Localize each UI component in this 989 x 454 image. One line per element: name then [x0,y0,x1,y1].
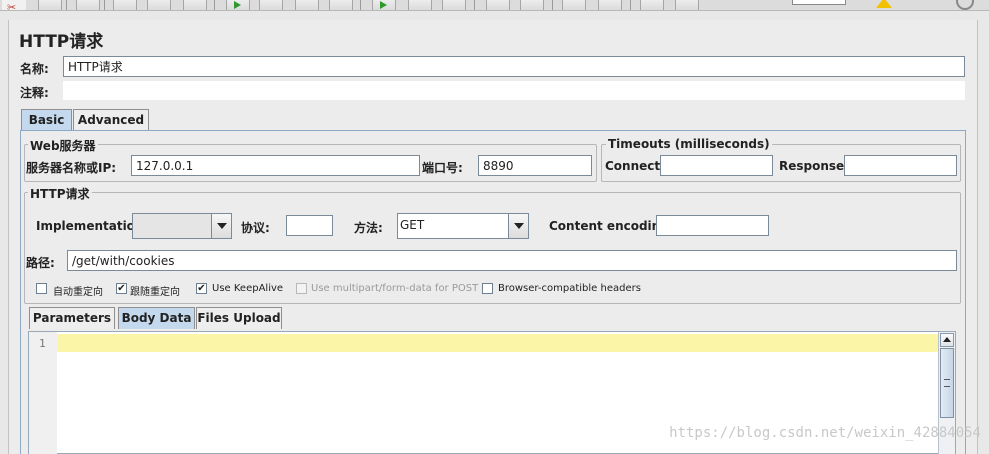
server-host-input[interactable]: 127.0.0.1 [131,155,420,176]
web-server-legend: Web服务器 [28,137,98,154]
response-timeout-input[interactable] [844,155,957,176]
multipart-checkbox [296,283,307,294]
response-timeout-label: Response: [779,159,849,173]
status-counter [792,0,846,5]
implementation-select[interactable] [132,213,232,239]
tab-basic[interactable]: Basic [21,109,72,130]
help-icon[interactable] [675,0,699,10]
method-label: 方法: [354,221,383,235]
scroll-thumb[interactable] [940,348,954,418]
follow-redirect-label: 跟随重定向 [130,287,180,298]
connect-timeout-label: Connect: [605,159,665,173]
toolbar: ✂ [0,0,989,11]
search-icon[interactable] [562,0,586,10]
page-title: HTTP请求 [19,32,104,52]
cut-icon[interactable]: ✂ [2,0,26,10]
content-encoding-label: Content encoding: [549,219,674,233]
method-value: GET [400,218,425,232]
protocol-input[interactable] [286,215,333,236]
chevron-down-icon[interactable] [508,214,528,238]
reset-search-icon[interactable] [598,0,622,10]
keepalive-label: Use KeepAlive [212,283,284,294]
method-select[interactable]: GET [397,213,529,239]
tab-advanced[interactable]: Advanced [73,109,149,130]
remote-stop-icon[interactable] [408,0,432,10]
protocol-label: 协议: [241,221,270,235]
paste-icon[interactable] [76,0,100,10]
watermark: https://blog.csdn.net/weixin_42884054 [669,425,981,441]
shutdown-icon[interactable] [329,0,353,10]
server-host-label: 服务器名称或IP: [26,161,117,175]
auto-redirect-label: 自动重定向 [53,287,103,298]
content-encoding-input[interactable] [656,215,769,236]
port-label: 端口号: [422,161,463,175]
start-icon[interactable] [226,0,250,10]
name-label: 名称: [20,62,49,76]
port-input[interactable]: 8890 [478,155,592,176]
warning-icon[interactable] [876,0,892,8]
browser-compatible-checkbox[interactable] [482,283,493,294]
expand-icon[interactable] [113,0,137,10]
remote-shutdown-icon[interactable] [442,0,466,10]
stop-icon[interactable] [295,0,319,10]
tab-files-upload[interactable]: Files Upload [196,307,282,329]
tab-body-data[interactable]: Body Data [118,307,195,329]
browser-compatible-label: Browser-compatible headers [498,283,641,294]
path-input[interactable]: /get/with/cookies [67,250,957,271]
status-indicator-icon [956,0,974,10]
tab-parameters[interactable]: Parameters [29,307,115,329]
timeouts-legend: Timeouts (milliseconds) [606,137,772,151]
multipart-label: Use multipart/form-data for POST [311,283,479,294]
line-number: 1 [39,337,46,350]
line-number-gutter [29,332,57,454]
chevron-down-icon[interactable] [211,214,231,238]
name-input[interactable]: HTTP请求 [63,56,965,77]
comment-label: 注释: [20,86,49,100]
auto-redirect-checkbox[interactable] [36,283,47,294]
clear-all-icon[interactable] [520,0,544,10]
keepalive-checkbox[interactable]: ✔ [196,283,207,294]
function-helper-icon[interactable] [640,0,664,10]
start-no-pause-icon[interactable] [259,0,283,10]
toggle-icon[interactable] [183,0,207,10]
comment-input[interactable] [63,81,965,100]
current-line-highlight[interactable] [57,334,938,352]
clear-icon[interactable] [486,0,510,10]
remote-start-icon[interactable] [372,0,396,10]
connect-timeout-input[interactable] [660,155,773,176]
collapse-icon[interactable] [147,0,171,10]
scroll-up-button[interactable] [940,333,954,347]
path-label: 路径: [26,256,55,270]
http-request-legend: HTTP请求 [28,185,92,202]
copy-icon[interactable] [38,0,62,10]
follow-redirect-checkbox[interactable]: ✔ [116,283,127,294]
